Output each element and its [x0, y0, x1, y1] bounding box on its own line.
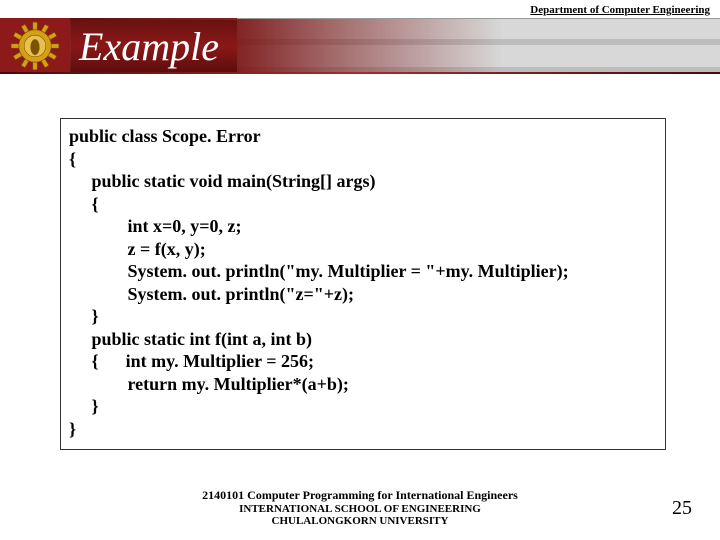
slide-footer: 2140101 Computer Programming for Interna…: [0, 489, 720, 528]
slide-header: Department of Computer Engineering: [0, 0, 720, 80]
logo-zone: [0, 18, 70, 74]
department-label: Department of Computer Engineering: [530, 4, 710, 16]
code-listing: public class Scope. Error { public stati…: [60, 118, 666, 450]
footer-university: CHULALONGKORN UNIVERSITY: [0, 515, 720, 528]
footer-school: INTERNATIONAL SCHOOL OF ENGINEERING: [0, 503, 720, 516]
footer-course: 2140101 Computer Programming for Interna…: [0, 489, 720, 503]
page-number: 25: [672, 497, 692, 520]
slide-title: Example: [70, 18, 237, 74]
gear-icon: [8, 19, 62, 73]
title-bar: Example: [0, 18, 720, 74]
header-keyboard-bg: [237, 18, 720, 74]
